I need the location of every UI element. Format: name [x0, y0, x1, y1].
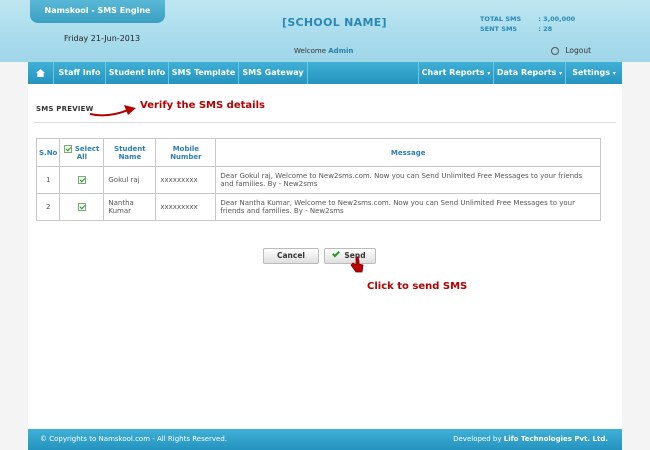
welcome-prefix: Welcome: [294, 47, 327, 55]
annotation-verify: Verify the SMS details: [140, 100, 265, 111]
nav-student-info[interactable]: Student Info: [106, 62, 169, 84]
logout-link[interactable]: Logout: [551, 46, 591, 55]
stat-sent-sms: SENT SMS : 28: [480, 24, 575, 34]
app-footer: © Copyrights to Namskool.com - All Right…: [28, 429, 622, 450]
cell-mobile: xxxxxxxxx: [155, 166, 217, 194]
school-name: [SCHOOL NAME]: [282, 16, 387, 29]
check-icon: [332, 249, 341, 258]
hand-cursor-icon: [350, 256, 364, 273]
nav-data-reports[interactable]: Data Reports ▾: [494, 62, 566, 84]
nav-settings-label: Settings: [572, 68, 610, 77]
annotation-send: Click to send SMS: [367, 281, 468, 292]
chevron-down-icon: ▾: [559, 70, 563, 77]
select-all-label: Select All: [74, 144, 100, 161]
developer-name[interactable]: Lifo Technologies Pvt. Ltd.: [504, 435, 608, 443]
column-header-mobile: Mobile Number: [155, 138, 217, 167]
welcome-user: Admin: [328, 47, 354, 55]
sms-stats: TOTAL SMS : 3,00,000 SENT SMS : 28: [480, 14, 575, 34]
logout-label: Logout: [565, 46, 592, 55]
power-icon: [551, 47, 559, 55]
cell-sno: 1: [35, 166, 61, 194]
table-row: 1 Gokul raj xxxxxxxxx Dear Gokul raj, We…: [35, 166, 601, 194]
main-content: SMS PREVIEW Verify the SMS details S.No …: [28, 84, 622, 429]
nav-chart-reports[interactable]: Chart Reports ▾: [418, 62, 494, 84]
nav-chart-reports-label: Chart Reports: [421, 68, 485, 77]
stat-label: TOTAL SMS: [480, 15, 522, 23]
section-divider: [34, 122, 616, 123]
stat-label: SENT SMS: [480, 25, 518, 33]
table-row: 2 Nantha Kumar xxxxxxxxx Dear Nantha Kum…: [35, 193, 601, 221]
nav-sms-template[interactable]: SMS Template: [169, 62, 239, 84]
cell-select[interactable]: [59, 193, 105, 221]
developer-credit: Developed by Lifo Technologies Pvt. Ltd.: [453, 429, 608, 450]
cell-mobile: xxxxxxxxx: [155, 193, 217, 221]
table-header-row: S.No Select All Student Name Mobile Numb…: [35, 138, 601, 167]
row-checkbox[interactable]: [77, 203, 86, 211]
nav-home[interactable]: [28, 62, 54, 84]
copyright-text: © Copyrights to Namskool.com - All Right…: [40, 435, 228, 443]
cell-student-name: Nantha Kumar: [103, 193, 157, 221]
cancel-button[interactable]: Cancel: [263, 248, 319, 264]
nav-settings[interactable]: Settings ▾: [566, 62, 622, 84]
column-header-message: Message: [215, 138, 601, 167]
chevron-down-icon: ▾: [612, 70, 616, 77]
cell-student-name: Gokul raj: [103, 166, 157, 194]
select-all-checkbox[interactable]: [64, 144, 73, 153]
nav-sms-gateway[interactable]: SMS Gateway: [239, 62, 308, 84]
home-icon: [36, 69, 45, 77]
app-header: Namskool - SMS Engine Friday 21-Jun-2013…: [0, 0, 650, 62]
column-header-sno: S.No: [35, 138, 61, 167]
annotation-arrow-icon: [89, 105, 136, 117]
developer-prefix: Developed by: [453, 435, 502, 443]
cell-select[interactable]: [59, 166, 105, 194]
row-checkbox[interactable]: [77, 176, 86, 184]
welcome-message: Welcome Admin: [294, 47, 353, 55]
current-date: Friday 21-Jun-2013: [64, 34, 141, 43]
cell-message: Dear Gokul raj, Welcome to New2sms.com. …: [215, 166, 601, 194]
nav-staff-info[interactable]: Staff Info: [54, 62, 106, 84]
cell-sno: 2: [35, 193, 61, 221]
nav-data-reports-label: Data Reports: [496, 68, 557, 77]
stat-value: : 3,00,000: [538, 15, 576, 23]
main-nav: Staff Info Student Info SMS Template SMS…: [28, 62, 622, 84]
section-title: SMS PREVIEW: [36, 105, 94, 113]
stat-value: : 28: [538, 25, 553, 33]
cell-message: Dear Nantha Kumar, Welcome to New2sms.co…: [215, 193, 601, 221]
column-header-student-name: Student Name: [103, 138, 157, 167]
chevron-down-icon: ▾: [487, 70, 491, 77]
sms-preview-table: S.No Select All Student Name Mobile Numb…: [35, 138, 601, 221]
brand-tab: Namskool - SMS Engine: [30, 0, 165, 23]
stat-total-sms: TOTAL SMS : 3,00,000: [480, 14, 575, 24]
column-header-select-all[interactable]: Select All: [59, 138, 105, 167]
